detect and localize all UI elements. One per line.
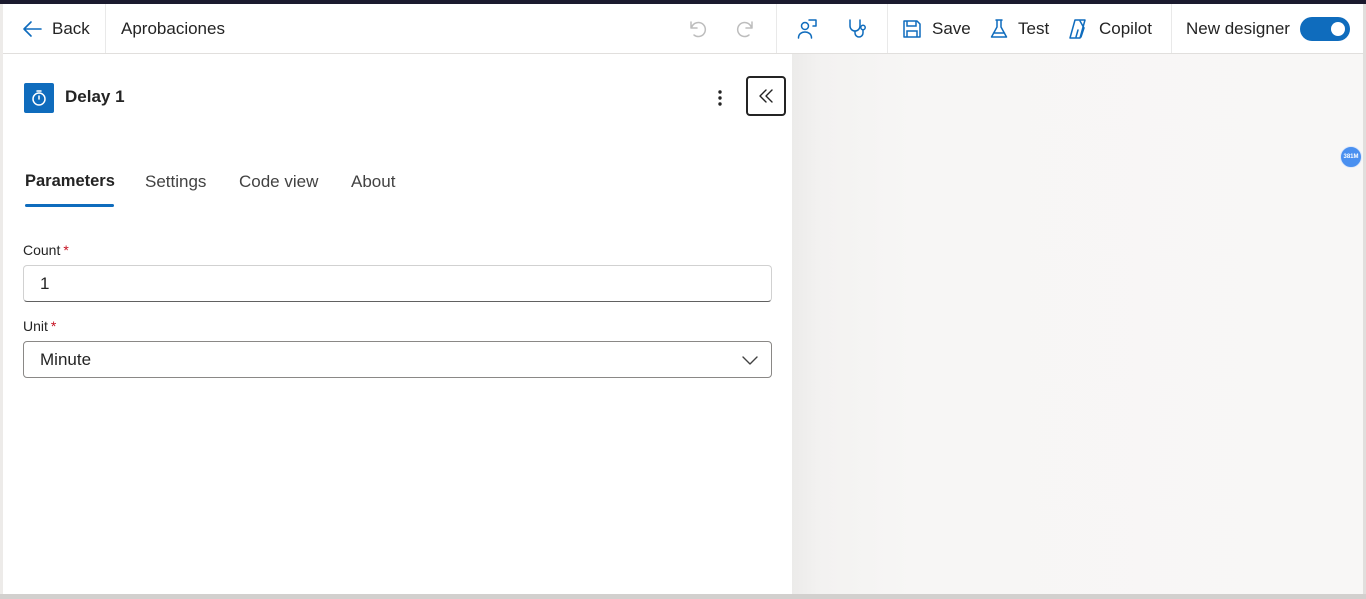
chevron-down-icon bbox=[741, 351, 759, 369]
required-mark: * bbox=[63, 242, 69, 258]
save-label: Save bbox=[932, 18, 971, 38]
back-button[interactable]: Back bbox=[21, 4, 90, 53]
tab-code-view[interactable]: Code view bbox=[239, 172, 318, 192]
new-designer-label: New designer bbox=[1186, 18, 1290, 38]
copilot-icon bbox=[1067, 17, 1091, 41]
tab-about[interactable]: About bbox=[351, 172, 395, 192]
more-options-button[interactable] bbox=[711, 85, 729, 111]
count-label: Count * bbox=[23, 242, 69, 258]
toolbar-divider bbox=[776, 4, 777, 53]
count-value: 1 bbox=[40, 273, 50, 293]
flow-checker-icon bbox=[795, 17, 819, 41]
designer-toolbar: Back Aprobaciones Save Test Copilot New … bbox=[3, 4, 1363, 54]
canvas-floating-badge[interactable]: 381M bbox=[1340, 146, 1362, 168]
back-label: Back bbox=[52, 18, 90, 38]
toggle-knob bbox=[1330, 21, 1345, 36]
bottom-edge bbox=[0, 594, 1366, 599]
designer-canvas[interactable] bbox=[792, 54, 1363, 594]
copilot-button[interactable]: Copilot bbox=[1067, 4, 1152, 53]
timer-icon bbox=[24, 83, 54, 113]
flow-name-text: Aprobaciones bbox=[121, 18, 225, 38]
undo-button[interactable] bbox=[686, 4, 708, 53]
redo-icon bbox=[735, 18, 757, 40]
save-button[interactable]: Save bbox=[901, 4, 971, 53]
arrow-left-icon bbox=[21, 18, 43, 40]
beaker-icon bbox=[988, 18, 1010, 40]
health-check-button[interactable] bbox=[845, 4, 869, 53]
toolbar-divider bbox=[1171, 4, 1172, 53]
new-designer-toggle[interactable] bbox=[1299, 16, 1350, 41]
test-button[interactable]: Test bbox=[988, 4, 1049, 53]
toolbar-divider bbox=[887, 4, 888, 53]
action-title[interactable]: Delay 1 bbox=[65, 87, 125, 107]
tab-settings[interactable]: Settings bbox=[145, 172, 206, 192]
toolbar-divider bbox=[105, 4, 106, 53]
unit-label: Unit * bbox=[23, 318, 56, 334]
flow-name: Aprobaciones bbox=[121, 4, 225, 53]
collapse-panel-button[interactable] bbox=[746, 76, 786, 116]
stethoscope-icon bbox=[845, 17, 869, 41]
required-mark: * bbox=[50, 318, 57, 334]
unit-dropdown[interactable]: Minute bbox=[23, 341, 772, 378]
tab-parameters[interactable]: Parameters bbox=[25, 172, 115, 191]
unit-label-text: Unit bbox=[23, 318, 48, 334]
active-tab-indicator bbox=[25, 204, 114, 207]
undo-icon bbox=[686, 18, 708, 40]
count-label-text: Count bbox=[23, 242, 61, 258]
double-chevron-left-icon bbox=[757, 87, 775, 105]
save-icon bbox=[901, 18, 923, 40]
new-designer-toggle-group: New designer bbox=[1186, 4, 1350, 53]
count-input[interactable]: 1 bbox=[23, 265, 772, 302]
action-config-panel: Delay 1 Parameters Settings Code view Ab… bbox=[3, 54, 792, 594]
redo-button[interactable] bbox=[735, 4, 757, 53]
more-vertical-icon bbox=[717, 89, 723, 107]
unit-selected-value: Minute bbox=[40, 349, 92, 369]
test-label: Test bbox=[1018, 18, 1050, 38]
flow-checker-button[interactable] bbox=[795, 4, 819, 53]
copilot-label: Copilot bbox=[1099, 18, 1152, 38]
